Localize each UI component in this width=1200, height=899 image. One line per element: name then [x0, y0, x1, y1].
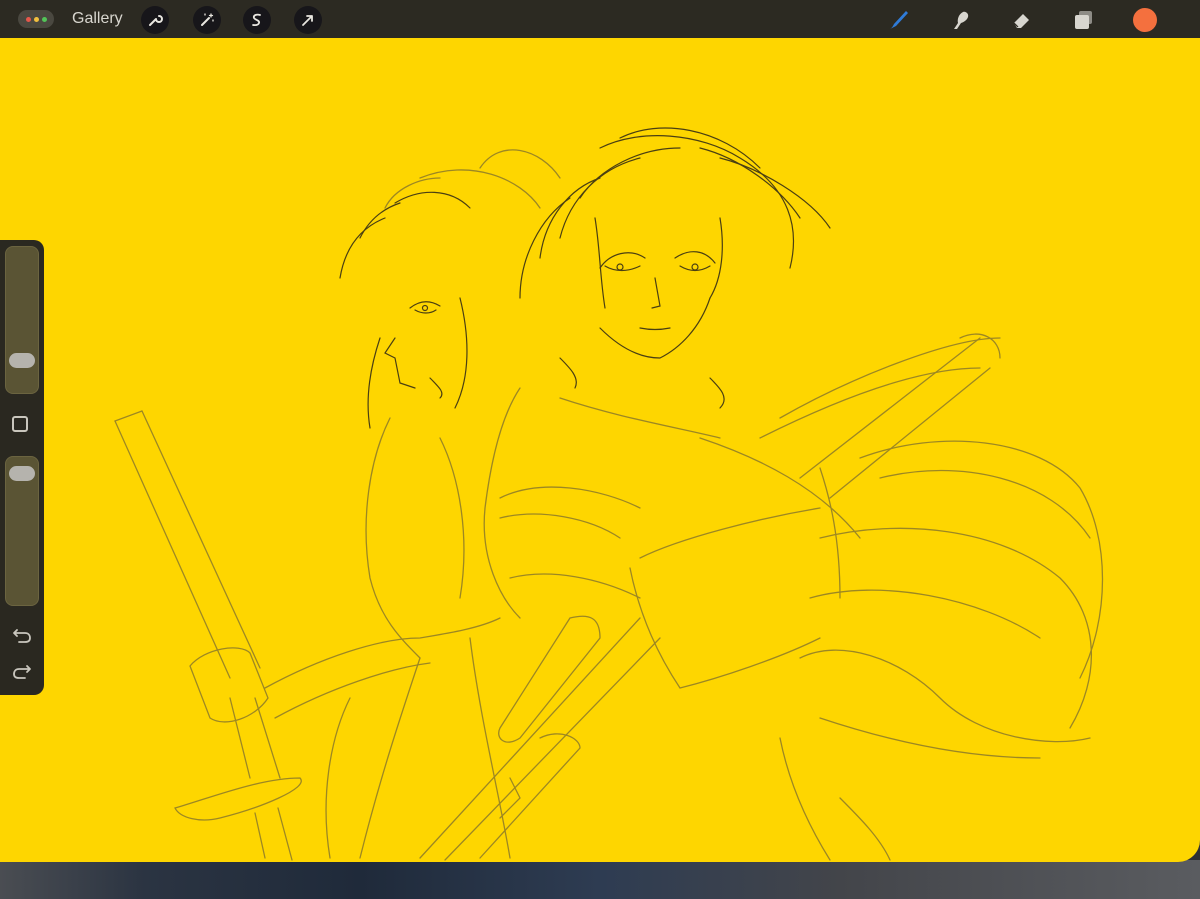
- layers-icon[interactable]: [1070, 6, 1098, 34]
- current-color-swatch[interactable]: [1133, 8, 1157, 32]
- drawing-canvas[interactable]: [0, 38, 1200, 862]
- left-sidebar: [0, 240, 44, 695]
- opacity-slider[interactable]: [5, 456, 39, 606]
- wrench-icon[interactable]: [141, 6, 169, 34]
- magic-wand-icon[interactable]: [193, 6, 221, 34]
- cursor-arrow-icon[interactable]: [294, 6, 322, 34]
- desk-background: [0, 860, 1200, 899]
- undo-icon[interactable]: [11, 624, 33, 646]
- brush-size-thumb[interactable]: [9, 352, 35, 368]
- brush-icon[interactable]: [885, 6, 913, 34]
- redo-icon[interactable]: [11, 660, 33, 682]
- brush-size-slider[interactable]: [5, 246, 39, 394]
- sketch-artwork: [0, 38, 1200, 862]
- square-modify-icon[interactable]: [12, 416, 28, 432]
- ellipsis-menu-icon[interactable]: [18, 10, 54, 28]
- selection-s-icon[interactable]: [243, 6, 271, 34]
- opacity-thumb[interactable]: [9, 466, 35, 482]
- top-toolbar: Gallery: [0, 0, 1200, 38]
- smudge-finger-icon[interactable]: [947, 6, 975, 34]
- eraser-icon[interactable]: [1008, 6, 1036, 34]
- gallery-button[interactable]: Gallery: [72, 10, 123, 28]
